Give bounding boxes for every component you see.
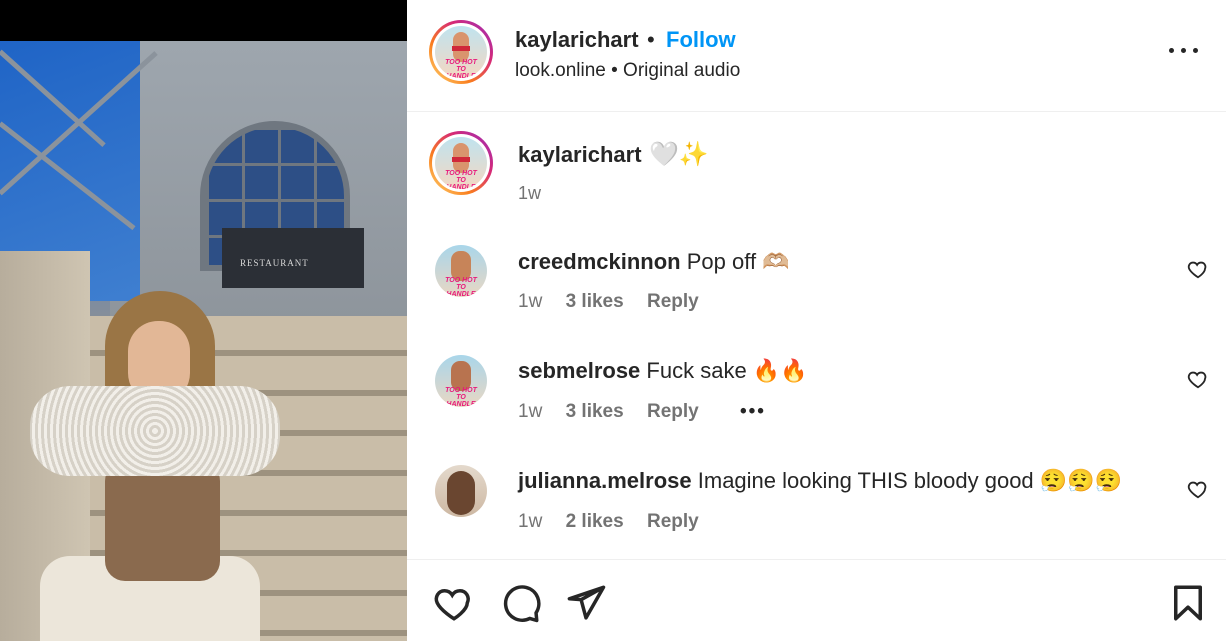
comment-username[interactable]: creedmckinnon [518, 249, 681, 274]
comment-time[interactable]: 1w [518, 401, 542, 422]
post-details-panel: TOO HOT TO HANDLE kaylarichart • Follow … [407, 0, 1226, 641]
comment-body: Pop off 🫶🏼 [686, 249, 790, 274]
bookmark-icon[interactable] [1167, 582, 1209, 624]
actions-divider [407, 559, 1226, 560]
photo-awning: RESTAURANT [222, 228, 364, 288]
comment-username[interactable]: julianna.melrose [518, 468, 692, 493]
comment-text: creedmckinnon Pop off 🫶🏼 [518, 249, 790, 275]
comment-avatar[interactable]: TOO HOT TO HANDLE [435, 245, 487, 297]
caption-text: 🤍✨ [649, 141, 709, 168]
send-icon[interactable] [565, 582, 607, 624]
heart-icon[interactable] [1187, 258, 1209, 280]
author-username[interactable]: kaylarichart [515, 27, 639, 53]
heart-icon[interactable] [1187, 478, 1209, 500]
more-options-icon[interactable] [1167, 38, 1203, 62]
avatar-badge: TOO HOT TO HANDLE [445, 59, 477, 78]
comment-body: Fuck sake 🔥🔥 [646, 358, 808, 383]
heart-icon[interactable] [1187, 368, 1209, 390]
comment-more-options-icon[interactable]: ••• [740, 401, 766, 422]
comment-text: sebmelrose Fuck sake 🔥🔥 [518, 358, 808, 384]
reply-button[interactable]: Reply [647, 291, 699, 312]
heart-icon[interactable] [433, 582, 475, 624]
comment-username[interactable]: sebmelrose [518, 358, 640, 383]
reply-button[interactable]: Reply [647, 401, 699, 422]
separator-dot: • [647, 27, 655, 52]
follow-button[interactable]: Follow [666, 27, 736, 53]
avatar-badge: TOO HOT TO HANDLE [445, 170, 477, 189]
avatar-badge: TOO HOT TO HANDLE [445, 387, 477, 407]
caption-username[interactable]: kaylarichart [518, 142, 642, 168]
comment-meta: 1w 2 likes Reply [518, 511, 717, 533]
comment-body: Imagine looking THIS bloody good 😮‍💨😮‍💨😮… [697, 468, 1122, 493]
comment-time[interactable]: 1w [518, 291, 542, 312]
photo-person-sweater [30, 386, 280, 476]
comment-avatar[interactable] [435, 465, 487, 517]
comment-meta: 1w 3 likes Reply ••• [518, 401, 784, 423]
reply-button[interactable]: Reply [647, 511, 699, 532]
post-header: TOO HOT TO HANDLE kaylarichart • Follow … [407, 0, 1226, 112]
photo-person [30, 291, 280, 641]
photo-person-top [105, 461, 220, 581]
comment-likes[interactable]: 3 likes [566, 401, 624, 422]
post-subtitle[interactable]: look.online • Original audio [515, 60, 740, 82]
caption-avatar[interactable]: TOO HOT TO HANDLE [429, 131, 493, 195]
comment-text: julianna.melrose Imagine looking THIS bl… [518, 468, 1122, 494]
photo-restaurant-sign: RESTAURANT [240, 258, 309, 268]
comment-avatar[interactable]: TOO HOT TO HANDLE [435, 355, 487, 407]
comment-likes[interactable]: 2 likes [566, 511, 624, 532]
author-avatar[interactable]: TOO HOT TO HANDLE [429, 20, 493, 84]
post-media[interactable]: RESTAURANT [0, 0, 407, 641]
avatar-badge: TOO HOT TO HANDLE [445, 277, 477, 297]
comment-meta: 1w 3 likes Reply [518, 291, 717, 313]
comment-time[interactable]: 1w [518, 511, 542, 532]
comment-icon[interactable] [500, 582, 542, 624]
caption-time[interactable]: 1w [518, 183, 541, 204]
comment-likes[interactable]: 3 likes [566, 291, 624, 312]
post-photo[interactable]: RESTAURANT [0, 41, 407, 641]
